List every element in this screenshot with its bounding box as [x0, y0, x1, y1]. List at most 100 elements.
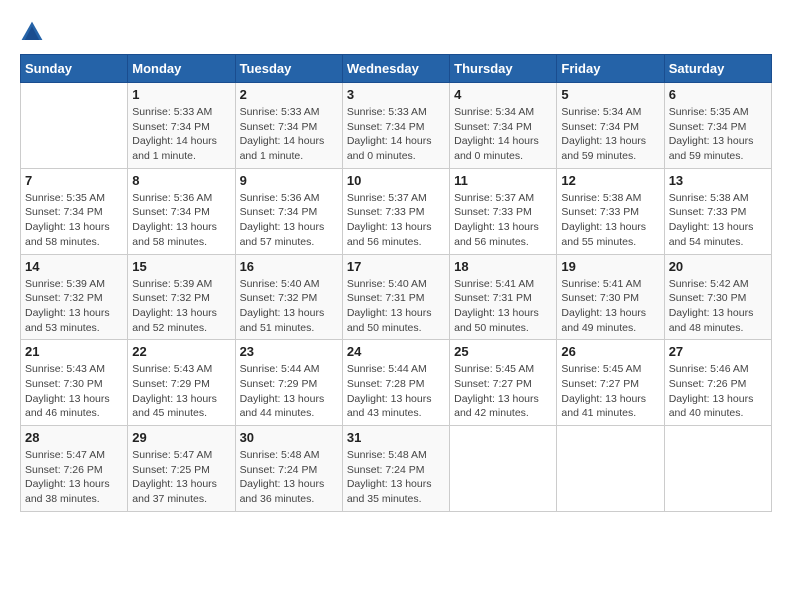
day-number: 13 — [669, 173, 767, 188]
day-number: 19 — [561, 259, 659, 274]
day-number: 1 — [132, 87, 230, 102]
calendar-cell: 20Sunrise: 5:42 AM Sunset: 7:30 PM Dayli… — [664, 254, 771, 340]
cell-info: Sunrise: 5:48 AM Sunset: 7:24 PM Dayligh… — [240, 448, 338, 507]
cell-info: Sunrise: 5:45 AM Sunset: 7:27 PM Dayligh… — [454, 362, 552, 421]
calendar-cell: 15 Sunrise: 5:39 AM Sunset: 7:32 PM Dayli… — [128, 254, 235, 340]
day-number: 20 — [669, 259, 767, 274]
day-number: 29 — [132, 430, 230, 445]
calendar-cell: 23 Sunrise: 5:44 AM Sunset: 7:29 PM Dayli… — [235, 340, 342, 426]
calendar-cell: 19 Sunrise: 5:41 AM Sunset: 7:30 PM Dayli… — [557, 254, 664, 340]
calendar-cell: 6 Sunrise: 5:35 AM Sunset: 7:34 PM Daylig… — [664, 83, 771, 169]
calendar-cell: 11 Sunrise: 5:37 AM Sunset: 7:33 PM Dayli… — [450, 168, 557, 254]
cell-info: Sunrise: 5:39 AM Sunset: 7:32 PM Dayligh… — [132, 277, 230, 336]
day-number: 3 — [347, 87, 445, 102]
cell-info: Sunrise: 5:41 AM Sunset: 7:31 PM Dayligh… — [454, 277, 552, 336]
col-header-friday: Friday — [557, 55, 664, 83]
day-number: 16 — [240, 259, 338, 274]
logo — [20, 20, 48, 44]
calendar-cell: 5 Sunrise: 5:34 AM Sunset: 7:34 PM Daylig… — [557, 83, 664, 169]
cell-info: Sunrise: 5:46 AM Sunset: 7:26 PM Dayligh… — [669, 362, 767, 421]
col-header-wednesday: Wednesday — [342, 55, 449, 83]
week-row-3: 14 Sunrise: 5:39 AM Sunset: 7:32 PM Dayli… — [21, 254, 772, 340]
day-number: 14 — [25, 259, 123, 274]
day-number: 22 — [132, 344, 230, 359]
cell-info: Sunrise: 5:38 AM Sunset: 7:33 PM Dayligh… — [561, 191, 659, 250]
week-row-2: 7Sunrise: 5:35 AM Sunset: 7:34 PM Daylig… — [21, 168, 772, 254]
logo-icon — [20, 20, 44, 44]
calendar-cell: 10 Sunrise: 5:37 AM Sunset: 7:33 PM Dayli… — [342, 168, 449, 254]
week-row-4: 21 Sunrise: 5:43 AM Sunset: 7:30 PM Dayli… — [21, 340, 772, 426]
calendar-table: SundayMondayTuesdayWednesdayThursdayFrid… — [20, 54, 772, 512]
col-header-tuesday: Tuesday — [235, 55, 342, 83]
cell-info: Sunrise: 5:43 AM Sunset: 7:29 PM Dayligh… — [132, 362, 230, 421]
day-number: 21 — [25, 344, 123, 359]
calendar-cell: 21 Sunrise: 5:43 AM Sunset: 7:30 PM Dayli… — [21, 340, 128, 426]
day-number: 11 — [454, 173, 552, 188]
day-number: 5 — [561, 87, 659, 102]
calendar-cell: 24Sunrise: 5:44 AM Sunset: 7:28 PM Dayli… — [342, 340, 449, 426]
cell-info: Sunrise: 5:43 AM Sunset: 7:30 PM Dayligh… — [25, 362, 123, 421]
day-number: 25 — [454, 344, 552, 359]
calendar-cell: 4 Sunrise: 5:34 AM Sunset: 7:34 PM Daylig… — [450, 83, 557, 169]
cell-info: Sunrise: 5:35 AM Sunset: 7:34 PM Dayligh… — [669, 105, 767, 164]
calendar-cell: 18 Sunrise: 5:41 AM Sunset: 7:31 PM Dayli… — [450, 254, 557, 340]
day-number: 26 — [561, 344, 659, 359]
day-number: 18 — [454, 259, 552, 274]
day-number: 31 — [347, 430, 445, 445]
day-number: 9 — [240, 173, 338, 188]
cell-info: Sunrise: 5:41 AM Sunset: 7:30 PM Dayligh… — [561, 277, 659, 336]
calendar-cell: 28 Sunrise: 5:47 AM Sunset: 7:26 PM Dayli… — [21, 426, 128, 512]
cell-info: Sunrise: 5:36 AM Sunset: 7:34 PM Dayligh… — [132, 191, 230, 250]
calendar-cell: 3Sunrise: 5:33 AM Sunset: 7:34 PM Daylig… — [342, 83, 449, 169]
cell-info: Sunrise: 5:48 AM Sunset: 7:24 PM Dayligh… — [347, 448, 445, 507]
calendar-cell — [664, 426, 771, 512]
calendar-cell: 13 Sunrise: 5:38 AM Sunset: 7:33 PM Dayli… — [664, 168, 771, 254]
calendar-cell: 14 Sunrise: 5:39 AM Sunset: 7:32 PM Dayli… — [21, 254, 128, 340]
day-number: 27 — [669, 344, 767, 359]
calendar-cell: 8 Sunrise: 5:36 AM Sunset: 7:34 PM Daylig… — [128, 168, 235, 254]
calendar-cell — [450, 426, 557, 512]
calendar-cell: 30Sunrise: 5:48 AM Sunset: 7:24 PM Dayli… — [235, 426, 342, 512]
calendar-cell: 25 Sunrise: 5:45 AM Sunset: 7:27 PM Dayli… — [450, 340, 557, 426]
cell-info: Sunrise: 5:35 AM Sunset: 7:34 PM Dayligh… — [25, 191, 123, 250]
cell-info: Sunrise: 5:40 AM Sunset: 7:31 PM Dayligh… — [347, 277, 445, 336]
day-number: 8 — [132, 173, 230, 188]
cell-info: Sunrise: 5:33 AM Sunset: 7:34 PM Dayligh… — [132, 105, 230, 164]
calendar-cell: 1 Sunrise: 5:33 AM Sunset: 7:34 PM Daylig… — [128, 83, 235, 169]
week-row-1: 1 Sunrise: 5:33 AM Sunset: 7:34 PM Daylig… — [21, 83, 772, 169]
cell-info: Sunrise: 5:36 AM Sunset: 7:34 PM Dayligh… — [240, 191, 338, 250]
cell-info: Sunrise: 5:47 AM Sunset: 7:26 PM Dayligh… — [25, 448, 123, 507]
day-number: 6 — [669, 87, 767, 102]
day-number: 2 — [240, 87, 338, 102]
day-number: 23 — [240, 344, 338, 359]
col-header-thursday: Thursday — [450, 55, 557, 83]
calendar-cell: 16 Sunrise: 5:40 AM Sunset: 7:32 PM Dayli… — [235, 254, 342, 340]
header — [20, 20, 772, 44]
col-header-saturday: Saturday — [664, 55, 771, 83]
day-number: 4 — [454, 87, 552, 102]
cell-info: Sunrise: 5:39 AM Sunset: 7:32 PM Dayligh… — [25, 277, 123, 336]
cell-info: Sunrise: 5:44 AM Sunset: 7:29 PM Dayligh… — [240, 362, 338, 421]
day-number: 10 — [347, 173, 445, 188]
day-number: 17 — [347, 259, 445, 274]
col-header-sunday: Sunday — [21, 55, 128, 83]
day-number: 15 — [132, 259, 230, 274]
cell-info: Sunrise: 5:40 AM Sunset: 7:32 PM Dayligh… — [240, 277, 338, 336]
col-header-monday: Monday — [128, 55, 235, 83]
calendar-cell: 26Sunrise: 5:45 AM Sunset: 7:27 PM Dayli… — [557, 340, 664, 426]
day-number: 28 — [25, 430, 123, 445]
cell-info: Sunrise: 5:38 AM Sunset: 7:33 PM Dayligh… — [669, 191, 767, 250]
calendar-cell — [21, 83, 128, 169]
calendar-cell — [557, 426, 664, 512]
calendar-cell: 12 Sunrise: 5:38 AM Sunset: 7:33 PM Dayli… — [557, 168, 664, 254]
cell-info: Sunrise: 5:37 AM Sunset: 7:33 PM Dayligh… — [454, 191, 552, 250]
calendar-cell: 17 Sunrise: 5:40 AM Sunset: 7:31 PM Dayli… — [342, 254, 449, 340]
cell-info: Sunrise: 5:33 AM Sunset: 7:34 PM Dayligh… — [240, 105, 338, 164]
cell-info: Sunrise: 5:47 AM Sunset: 7:25 PM Dayligh… — [132, 448, 230, 507]
calendar-cell: 27 Sunrise: 5:46 AM Sunset: 7:26 PM Dayli… — [664, 340, 771, 426]
cell-info: Sunrise: 5:34 AM Sunset: 7:34 PM Dayligh… — [454, 105, 552, 164]
cell-info: Sunrise: 5:34 AM Sunset: 7:34 PM Dayligh… — [561, 105, 659, 164]
cell-info: Sunrise: 5:37 AM Sunset: 7:33 PM Dayligh… — [347, 191, 445, 250]
day-number: 12 — [561, 173, 659, 188]
calendar-cell: 2 Sunrise: 5:33 AM Sunset: 7:34 PM Daylig… — [235, 83, 342, 169]
